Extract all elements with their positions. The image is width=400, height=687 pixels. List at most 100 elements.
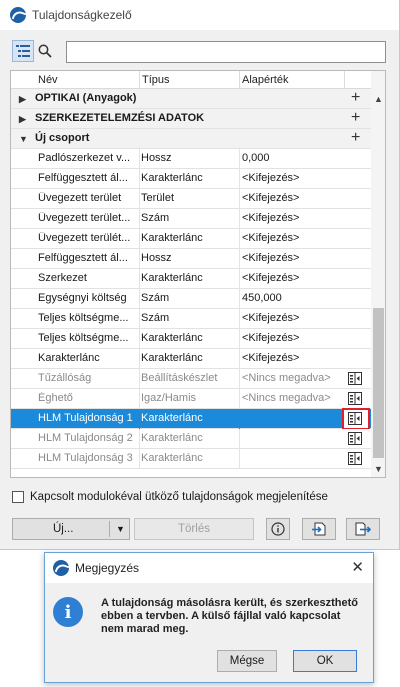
table-row-linked[interactable]: HLM Tulajdonság 2 Karakterlánc bbox=[11, 429, 371, 449]
cell-name: HLM Tulajdonság 2 bbox=[38, 432, 133, 444]
title-bar: Tulajdonságkezelő bbox=[0, 0, 399, 30]
dropdown-arrow-icon[interactable]: ▼ bbox=[116, 524, 125, 534]
cell-name: Karakterlánc bbox=[38, 352, 100, 364]
show-conflicts-checkbox[interactable] bbox=[12, 491, 24, 503]
cell-name: Padlószerkezet v... bbox=[38, 152, 131, 164]
collapse-caret-icon[interactable]: ▼ bbox=[19, 133, 29, 145]
group-row-new-group[interactable]: ▼ Új csoport + bbox=[11, 129, 371, 149]
cancel-button[interactable]: Mégse bbox=[217, 650, 277, 672]
scroll-up-icon[interactable]: ▲ bbox=[374, 95, 383, 104]
table-row[interactable]: Üvegezett terülét... Karakterlánc <Kifej… bbox=[11, 229, 371, 249]
table-row[interactable]: Felfüggesztett ál... Karakterlánc <Kifej… bbox=[11, 169, 371, 189]
table-row[interactable]: Teljes költségme... Karakterlánc <Kifeje… bbox=[11, 329, 371, 349]
search-icon[interactable] bbox=[34, 40, 56, 62]
ok-button[interactable]: OK bbox=[293, 650, 357, 672]
linked-property-icon[interactable] bbox=[348, 412, 362, 425]
column-header-default[interactable]: Alapérték bbox=[242, 74, 288, 86]
cell-name: Tűzállóság bbox=[38, 372, 92, 384]
cell-name: HLM Tulajdonság 3 bbox=[38, 452, 133, 464]
info-icon[interactable] bbox=[266, 518, 290, 540]
table-row-linked[interactable]: HLM Tulajdonság 3 Karakterlánc bbox=[11, 449, 371, 469]
cell-default: <Kifejezés> bbox=[242, 272, 300, 284]
cell-type: Karakterlánc bbox=[141, 232, 203, 244]
delete-button[interactable]: Törlés bbox=[134, 518, 254, 540]
cell-name: Üvegezett terülét... bbox=[38, 232, 131, 244]
cell-default: 0,000 bbox=[242, 152, 270, 164]
cell-default: <Kifejezés> bbox=[242, 352, 300, 364]
linked-property-icon[interactable] bbox=[348, 372, 362, 385]
cell-type: Karakterlánc bbox=[141, 272, 203, 284]
group-label: Új csoport bbox=[35, 132, 90, 144]
cell-type: Hossz bbox=[141, 152, 172, 164]
table-row[interactable]: Felfüggesztett ál... Hossz <Kifejezés> bbox=[11, 249, 371, 269]
column-divider bbox=[239, 71, 240, 89]
table-row[interactable]: Teljes költségme... Szám <Kifejezés> bbox=[11, 309, 371, 329]
cell-name: Felfüggesztett ál... bbox=[38, 172, 128, 184]
cell-default: <Kifejezés> bbox=[242, 232, 300, 244]
column-header-name[interactable]: Név bbox=[38, 74, 58, 86]
note-dialog: Megjegyzés ✕ i A tulajdonság másolásra k… bbox=[44, 552, 374, 683]
cancel-button-label: Mégse bbox=[229, 655, 265, 667]
table-rows: ▶ OPTIKAI (Anyagok) + ▶ SZERKEZETELEMZÉS… bbox=[11, 89, 371, 469]
cell-name: Teljes költségme... bbox=[38, 312, 129, 324]
table-row[interactable]: Egységnyi költség Szám 450,000 bbox=[11, 289, 371, 309]
cell-type: Karakterlánc bbox=[141, 352, 203, 364]
cell-name: Üvegezett terület... bbox=[38, 212, 131, 224]
column-header-type[interactable]: Típus bbox=[142, 74, 170, 86]
add-property-icon[interactable]: + bbox=[351, 89, 360, 107]
window-title: Tulajdonságkezelő bbox=[32, 8, 132, 22]
checkbox-label: Kapcsolt modulokéval ütköző tulajdonságo… bbox=[30, 491, 328, 503]
cell-type: Karakterlánc bbox=[141, 412, 203, 424]
information-icon: i bbox=[53, 597, 83, 627]
show-conflicts-checkbox-row[interactable]: Kapcsolt modulokéval ütköző tulajdonságo… bbox=[12, 491, 328, 503]
app-logo-icon bbox=[53, 560, 69, 576]
group-row-structural[interactable]: ▶ SZERKEZETELEMZÉSI ADATOK + bbox=[11, 109, 371, 129]
cell-name: Teljes költségme... bbox=[38, 332, 129, 344]
ok-button-label: OK bbox=[316, 655, 334, 667]
cell-type: Karakterlánc bbox=[141, 332, 203, 344]
dialog-title-bar: Megjegyzés ✕ bbox=[45, 553, 373, 583]
table-row[interactable]: Üvegezett terület Terület <Kifejezés> bbox=[11, 189, 371, 209]
table-row[interactable]: Üvegezett terület... Szám <Kifejezés> bbox=[11, 209, 371, 229]
vertical-scrollbar[interactable]: ▲ ▼ bbox=[371, 71, 385, 477]
delete-button-label: Törlés bbox=[178, 523, 210, 535]
table-row-linked[interactable]: Éghető Igaz/Hamis <Nincs megadva> bbox=[11, 389, 371, 409]
cell-default: <Kifejezés> bbox=[242, 212, 300, 224]
add-property-icon[interactable]: + bbox=[351, 109, 360, 127]
table-row-linked[interactable]: Tűzállóság Beállításkészlet <Nincs megad… bbox=[11, 369, 371, 389]
cell-type: Terület bbox=[141, 192, 175, 204]
cell-type: Karakterlánc bbox=[141, 432, 203, 444]
cell-name: Egységnyi költség bbox=[38, 292, 127, 304]
linked-property-icon[interactable] bbox=[348, 392, 362, 405]
cell-default: <Nincs megadva> bbox=[242, 372, 331, 384]
table-row[interactable]: Karakterlánc Karakterlánc <Kifejezés> bbox=[11, 349, 371, 369]
cell-default: <Kifejezés> bbox=[242, 192, 300, 204]
list-view-icon[interactable] bbox=[12, 40, 34, 62]
export-icon[interactable] bbox=[346, 518, 380, 540]
cell-name: Üvegezett terület bbox=[38, 192, 122, 204]
scrollbar-thumb[interactable] bbox=[373, 308, 384, 458]
add-property-icon[interactable]: + bbox=[351, 129, 360, 147]
new-button[interactable]: Új... ▼ bbox=[12, 518, 130, 540]
cell-type: Karakterlánc bbox=[141, 452, 203, 464]
cell-default: <Kifejezés> bbox=[242, 252, 300, 264]
table-row[interactable]: Szerkezet Karakterlánc <Kifejezés> bbox=[11, 269, 371, 289]
cell-default: 450,000 bbox=[242, 292, 282, 304]
table-row[interactable]: Padlószerkezet v... Hossz 0,000 bbox=[11, 149, 371, 169]
cell-type: Karakterlánc bbox=[141, 172, 203, 184]
expand-caret-icon[interactable]: ▶ bbox=[19, 113, 29, 125]
cell-type: Szám bbox=[141, 292, 170, 304]
cell-name: Szerkezet bbox=[38, 272, 87, 284]
expand-caret-icon[interactable]: ▶ bbox=[19, 93, 29, 105]
linked-property-icon[interactable] bbox=[348, 452, 362, 465]
group-row-optical[interactable]: ▶ OPTIKAI (Anyagok) + bbox=[11, 89, 371, 109]
import-icon[interactable] bbox=[302, 518, 336, 540]
scroll-down-icon[interactable]: ▼ bbox=[374, 465, 383, 474]
search-input[interactable] bbox=[66, 41, 386, 63]
cell-default: <Nincs megadva> bbox=[242, 392, 331, 404]
cell-name: Éghető bbox=[38, 392, 73, 404]
close-icon[interactable]: ✕ bbox=[351, 558, 364, 576]
table-row-selected[interactable]: HLM Tulajdonság 1 Karakterlánc bbox=[11, 408, 371, 430]
linked-property-icon[interactable] bbox=[348, 432, 362, 445]
group-label: OPTIKAI (Anyagok) bbox=[35, 92, 137, 104]
